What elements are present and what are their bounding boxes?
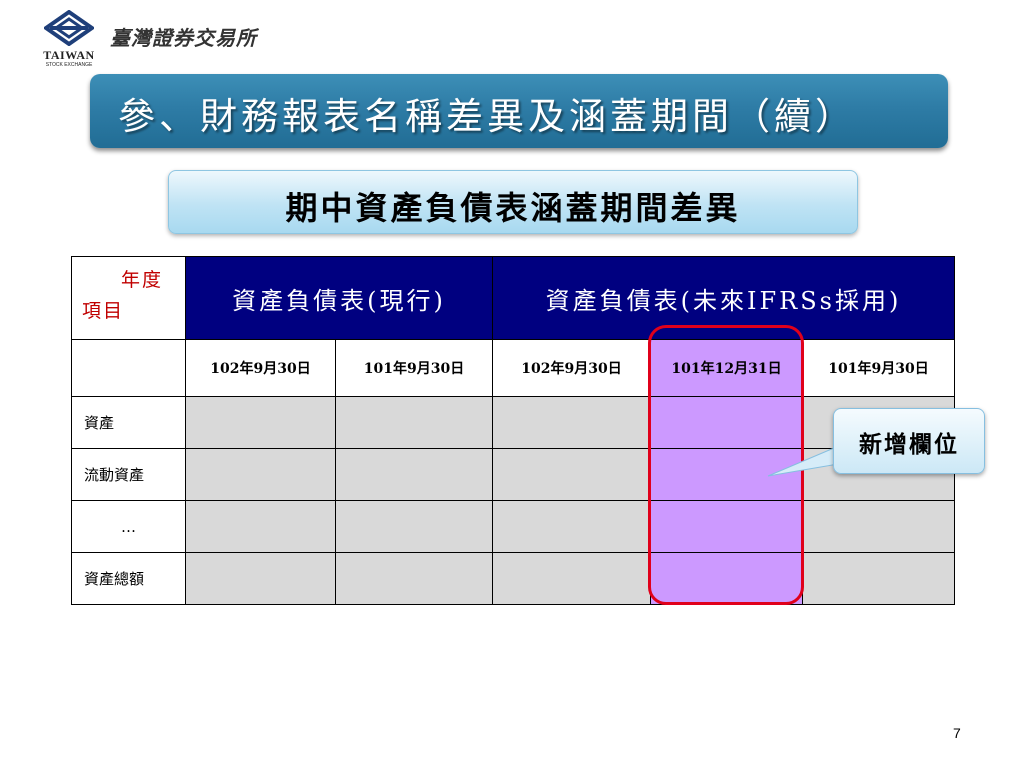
- table-cell: [335, 448, 493, 501]
- table-cell: [492, 396, 651, 449]
- table-cell: [185, 396, 336, 449]
- exchange-logo-icon: [44, 10, 94, 46]
- table-cell: [185, 500, 336, 553]
- group-header-current: 資產負債表(現行): [185, 256, 493, 340]
- title-bar: 參、財務報表名稱差異及涵蓋期間（續）: [90, 74, 948, 148]
- table-cell: [185, 448, 336, 501]
- table-cell: [492, 500, 651, 553]
- callout-box: 新增欄位: [833, 408, 985, 474]
- row-label: 流動資產: [71, 448, 186, 501]
- slide-title: 參、財務報表名稱差異及涵蓋期間（續）: [118, 95, 856, 138]
- date-header: 101年9月30日: [802, 339, 955, 397]
- date-header: 102年9月30日: [492, 339, 651, 397]
- table-cell: [335, 396, 493, 449]
- date-header: 102年9月30日: [185, 339, 336, 397]
- table-cell: [335, 552, 493, 605]
- table-row: …: [71, 500, 955, 553]
- date-header: 101年9月30日: [335, 339, 493, 397]
- balance-sheet-table: 年度 項目 資產負債表(現行) 資產負債表(未來IFRSs採用) 102年9月3…: [71, 256, 955, 605]
- logo-text-cn: 臺灣證券交易所: [110, 26, 257, 50]
- table-cell: [335, 500, 493, 553]
- table-cell: [185, 552, 336, 605]
- corner-item-label: 項目: [82, 300, 125, 322]
- logo-text-en-sub: STOCK EXCHANGE: [45, 62, 93, 68]
- logo: TAIWAN STOCK EXCHANGE: [34, 10, 114, 68]
- table-cell: [492, 448, 651, 501]
- table-row: 資產總額: [71, 552, 955, 605]
- table-cell: [802, 552, 955, 605]
- row-label: 資產總額: [71, 552, 186, 605]
- slide-subtitle: 期中資產負債表涵蓋期間差異: [285, 189, 741, 227]
- corner-header-cell: 年度 項目: [71, 256, 186, 340]
- date-header-empty: [71, 339, 186, 397]
- subtitle-bar: 期中資產負債表涵蓋期間差異: [168, 170, 858, 234]
- callout-label: 新增欄位: [859, 431, 959, 458]
- row-label: 資產: [71, 396, 186, 449]
- row-label: …: [71, 500, 186, 553]
- page-number: 7: [953, 725, 961, 741]
- table-cell: [802, 500, 955, 553]
- corner-year-label: 年度: [120, 269, 163, 291]
- table-cell: [492, 552, 651, 605]
- logo-text-en: TAIWAN: [43, 48, 95, 62]
